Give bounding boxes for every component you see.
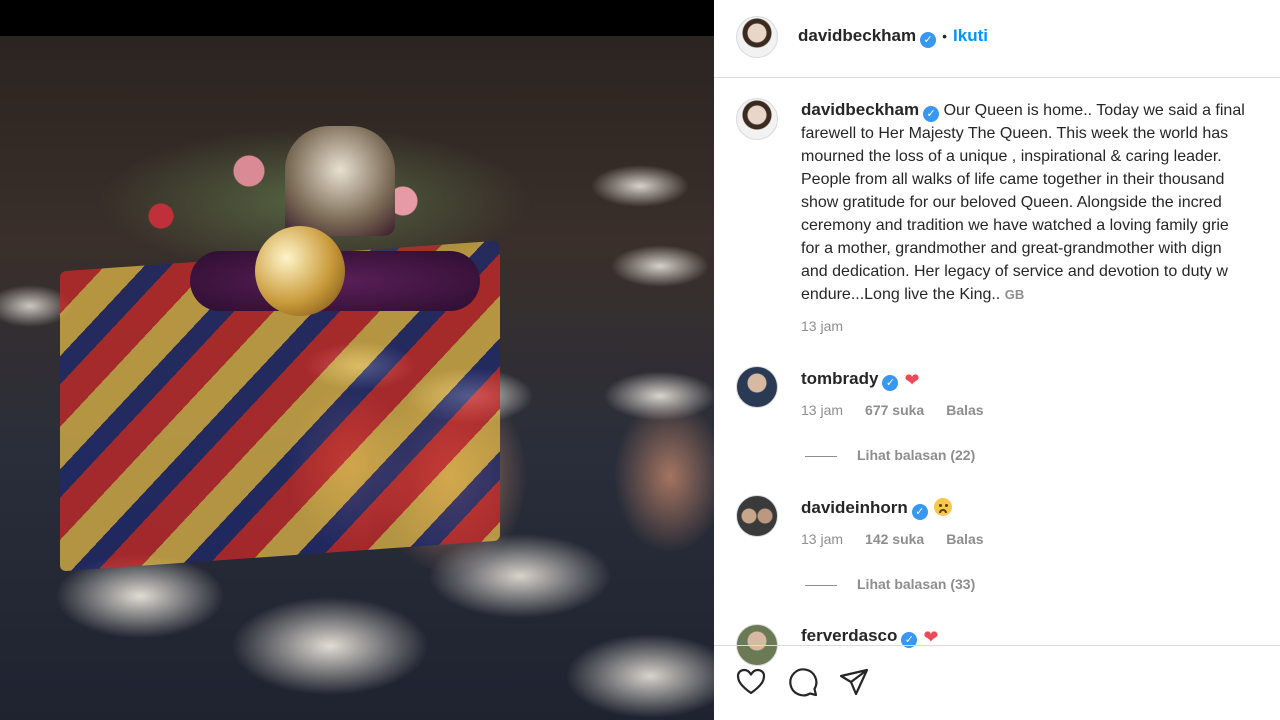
follow-separator: •	[942, 28, 948, 44]
verified-badge-icon: ✓	[923, 106, 940, 122]
action-bar	[714, 645, 1280, 720]
caption-signature: GB	[1004, 287, 1025, 302]
post-timestamp[interactable]: 13 jam	[801, 318, 843, 334]
comment-username[interactable]: davideinhorn	[801, 498, 908, 517]
comment-time[interactable]: 13 jam	[801, 402, 843, 418]
comment-likes[interactable]: 142 suka	[865, 531, 924, 547]
author-avatar[interactable]	[736, 16, 778, 58]
replies-divider	[805, 584, 837, 586]
verified-badge-icon: ✓	[882, 375, 899, 391]
view-replies-label: Lihat balasan (22)	[857, 447, 976, 463]
paper-plane-icon[interactable]	[838, 666, 870, 698]
caption-text: endure...Long live the King..	[801, 286, 1001, 303]
view-replies-button[interactable]: Lihat balasan (22)	[805, 447, 975, 463]
comment-username[interactable]: tombrady	[801, 369, 878, 388]
comment-meta: 13 jam 677 suka Balas	[801, 402, 1006, 418]
comment-bubble-icon[interactable]	[787, 666, 819, 698]
replies-divider	[805, 455, 837, 457]
comment-avatar[interactable]	[736, 495, 778, 537]
caption-line: for a mother, grandmother and great-gran…	[801, 240, 1222, 257]
comment-meta: 13 jam 142 suka Balas	[801, 531, 1006, 547]
comment-likes[interactable]: 677 suka	[865, 402, 924, 418]
follow-button[interactable]: Ikuti	[953, 26, 988, 45]
caption-line: ceremony and tradition we have watched a…	[801, 217, 1229, 234]
caption-line: People from all walks of life came toget…	[801, 171, 1225, 188]
caption-line: farewell to Her Majesty The Queen. This …	[801, 125, 1229, 142]
comment-time[interactable]: 13 jam	[801, 531, 843, 547]
caption-line: and dedication. Her legacy of service an…	[801, 263, 1228, 280]
view-replies-label: Lihat balasan (33)	[857, 576, 976, 592]
post-header: davidbeckham ✓ • Ikuti	[714, 0, 1280, 78]
heart-outline-icon[interactable]	[735, 666, 767, 698]
caption-line: mourned the loss of a unique , inspirati…	[801, 148, 1222, 165]
caption-author-avatar[interactable]	[736, 98, 778, 140]
view-replies-button[interactable]: Lihat balasan (33)	[805, 576, 975, 592]
heart-emoji-icon: ❤	[904, 370, 920, 390]
comment-username[interactable]: ferverdasco	[801, 626, 897, 645]
author-row: davidbeckham ✓ • Ikuti	[798, 26, 988, 48]
caption-line: show gratitude for our beloved Queen. Al…	[801, 194, 1222, 211]
verified-badge-icon: ✓	[911, 504, 928, 520]
caption-line-last: endure...Long live the King.. GB	[801, 283, 1280, 306]
post-details-pane: davidbeckham ✓ • Ikuti davidbeckham ✓ Our Qu…	[714, 0, 1280, 720]
heart-emoji-icon: ❤	[923, 627, 939, 647]
photo-crown-shape	[285, 126, 395, 236]
post-caption: davidbeckham ✓ Our Queen is home.. Today …	[801, 98, 1280, 306]
comment-header: tombrady ✓ ❤	[801, 369, 920, 391]
sad-face-emoji-icon	[933, 498, 952, 516]
comment-avatar[interactable]	[736, 366, 778, 408]
comment-reply-button[interactable]: Balas	[946, 402, 983, 418]
author-username[interactable]: davidbeckham	[798, 26, 916, 45]
verified-badge-icon: ✓	[920, 32, 937, 48]
post-photo[interactable]	[0, 36, 714, 720]
caption-text: Our Queen is home.. Today we said a fina…	[943, 102, 1245, 119]
comment-reply-button[interactable]: Balas	[946, 531, 983, 547]
post-photo-pane	[0, 0, 714, 720]
comment-header: davideinhorn ✓	[801, 498, 952, 520]
caption-author-username[interactable]: davidbeckham	[801, 100, 919, 119]
photo-orb-shape	[255, 226, 345, 316]
caption-line-1: davidbeckham ✓ Our Queen is home.. Today …	[801, 98, 1280, 122]
